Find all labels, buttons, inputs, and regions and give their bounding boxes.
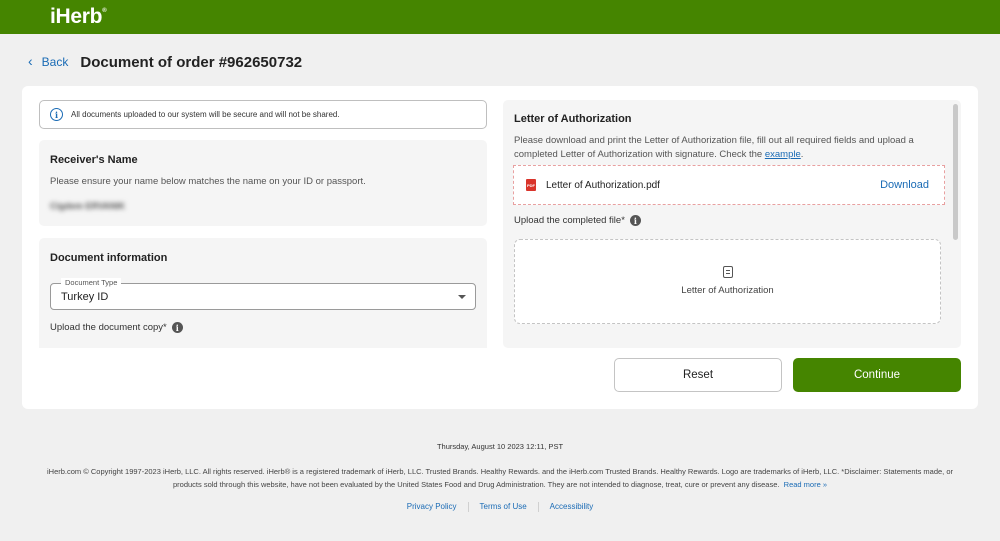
caret-down-icon [458, 295, 466, 299]
pdf-badge: PDF [527, 182, 535, 188]
document-type-value: Turkey ID [61, 291, 109, 303]
loa-file-name: Letter of Authorization.pdf [546, 180, 660, 191]
title-bar: ‹ Back Document of order #962650732 [28, 52, 302, 72]
top-header: iHerb® [0, 0, 1000, 34]
receiver-title: Receiver's Name [50, 154, 138, 166]
loa-title: Letter of Authorization [514, 113, 632, 125]
terms-of-use-link[interactable]: Terms of Use [469, 502, 538, 512]
help-info-icon[interactable]: i [629, 215, 641, 226]
continue-button[interactable]: Continue [793, 358, 961, 392]
document-info-section: Document information Document Type Turke… [39, 238, 487, 348]
download-link[interactable]: Download [880, 179, 929, 191]
dropzone-label: Letter of Authorization [681, 285, 774, 296]
document-type-label: Document Type [61, 278, 122, 287]
receiver-instruction: Please ensure your name below matches th… [50, 176, 366, 187]
document-icon [723, 266, 733, 278]
upload-document-label: Upload the document copy* i [50, 322, 183, 333]
read-more-link[interactable]: Read more » [784, 480, 827, 489]
accessibility-link[interactable]: Accessibility [539, 502, 605, 512]
pdf-icon: PDF [526, 179, 536, 191]
page-title: Document of order #962650732 [80, 53, 303, 71]
footer-links: Privacy Policy Terms of Use Accessibilit… [0, 502, 1000, 512]
loa-upload-dropzone[interactable]: Letter of Authorization [514, 239, 941, 324]
back-label: Back [41, 55, 69, 69]
right-column[interactable]: Letter of Authorization Please download … [503, 100, 961, 348]
chevron-left-icon: ‹ [28, 53, 33, 69]
scrollbar-thumb[interactable] [953, 104, 958, 240]
left-column[interactable]: i All documents uploaded to our system w… [39, 100, 487, 348]
loa-instruction-text: Please download and print the Letter of … [514, 135, 914, 160]
info-icon: i [50, 108, 63, 121]
footer-date: Thursday, August 10 2023 12:11, PST [436, 442, 564, 451]
loa-file-row: PDF Letter of Authorization.pdf Download [513, 165, 945, 205]
document-type-select[interactable]: Document Type Turkey ID [50, 278, 476, 310]
security-notice: i All documents uploaded to our system w… [39, 100, 487, 129]
upload-completed-label-text: Upload the completed file* [514, 215, 625, 227]
back-button[interactable]: ‹ Back [28, 53, 69, 70]
loa-instruction: Please download and print the Letter of … [514, 134, 934, 162]
security-notice-text: All documents uploaded to our system wil… [71, 110, 340, 119]
privacy-policy-link[interactable]: Privacy Policy [396, 502, 468, 512]
footer-copyright: iHerb.com © Copyright 1997-2023 iHerb, L… [45, 465, 955, 491]
reset-button[interactable]: Reset [614, 358, 782, 392]
logo-mark: ® [102, 8, 107, 14]
document-card: i All documents uploaded to our system w… [22, 86, 978, 409]
document-info-title: Document information [50, 252, 168, 264]
upload-document-label-text: Upload the document copy* [50, 322, 167, 334]
loa-instruction-end: . [800, 149, 804, 160]
iherb-logo[interactable]: iHerb® [50, 5, 107, 29]
upload-completed-label: Upload the completed file* i [514, 215, 641, 226]
help-info-icon[interactable]: i [171, 322, 183, 333]
receiver-section: Receiver's Name Please ensure your name … [39, 140, 487, 226]
receiver-name: Cigdem ERVANIK [50, 201, 126, 211]
logo-text: iHerb [50, 5, 103, 28]
example-link[interactable]: example [765, 149, 801, 160]
